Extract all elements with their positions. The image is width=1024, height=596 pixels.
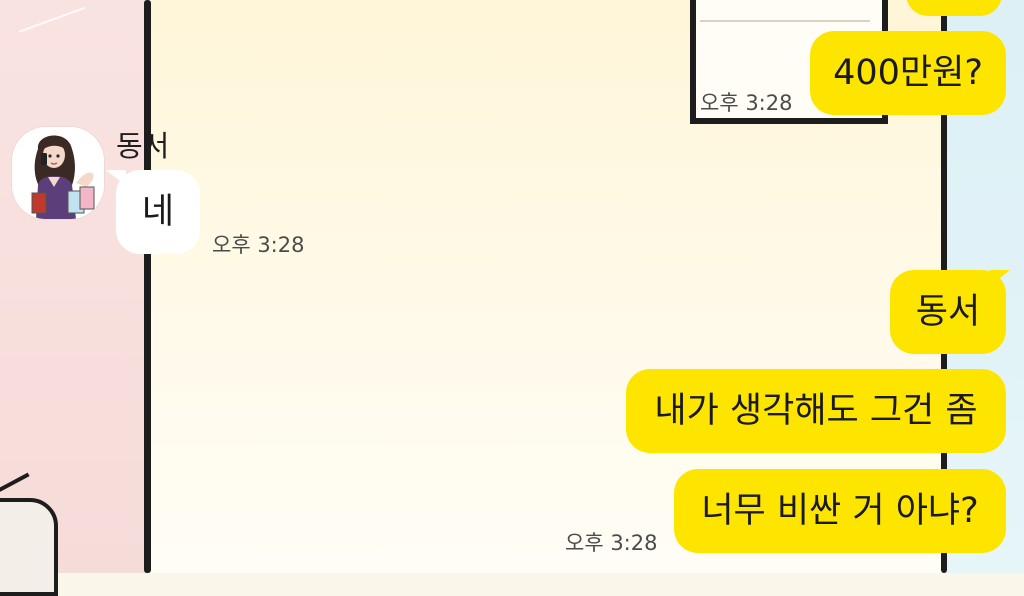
sender-name: 동서 [116,129,170,163]
incoming-message-bubble[interactable]: 네 [116,170,200,254]
chat-message-area[interactable]: 오후 3:28 400만원? 동서 네 오후 3:28 동서 내가 생각해도 그… [0,0,1024,573]
outgoing-message-partial[interactable] [906,0,1002,16]
outgoing-message-text: 동서 [915,292,981,332]
outgoing-message-bubble[interactable]: 너무 비싼 거 아냐? [674,469,1006,553]
message-timestamp: 오후 3:28 [700,91,793,115]
outgoing-message-bubble[interactable]: 400만원? [810,31,1006,115]
incoming-message-text: 네 [141,192,175,232]
outgoing-message-text: 400만원? [833,53,983,93]
outgoing-message-text: 내가 생각해도 그건 좀 [654,391,978,431]
woman-portrait-icon [12,127,104,219]
message-timestamp: 오후 3:28 [565,531,658,555]
message-timestamp: 오후 3:28 [212,233,305,257]
outgoing-message-text: 너무 비싼 거 아냐? [701,491,979,531]
outgoing-message-bubble[interactable]: 내가 생각해도 그건 좀 [626,369,1006,453]
profile-avatar[interactable] [12,127,104,219]
outgoing-message-bubble[interactable]: 동서 [890,270,1006,354]
